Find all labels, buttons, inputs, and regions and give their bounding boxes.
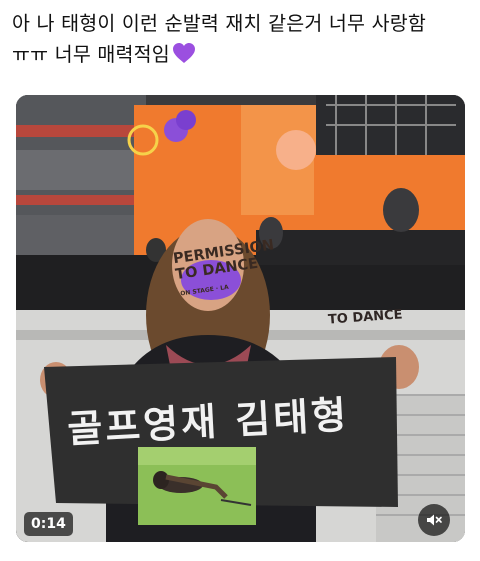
mute-button[interactable] — [418, 504, 450, 536]
volume-muted-icon — [427, 514, 442, 526]
post-line-2-text: ㅠㅠ 너무 매력적임 — [12, 43, 170, 66]
video-timestamp: 0:14 — [24, 512, 73, 536]
purple-heart-icon — [172, 43, 195, 63]
post-line-1: 아 나 태형이 이런 순발력 재치 같은거 너무 사랑함 — [12, 12, 426, 35]
post-line-2: ㅠㅠ 너무 매력적임 — [12, 39, 468, 70]
post-text: 아 나 태형이 이런 순발력 재치 같은거 너무 사랑함 ㅠㅠ 너무 매력적임 — [12, 8, 468, 70]
video-player[interactable]: PERMISSION TO DANCE ON STAGE · LA TO DAN… — [16, 95, 465, 542]
